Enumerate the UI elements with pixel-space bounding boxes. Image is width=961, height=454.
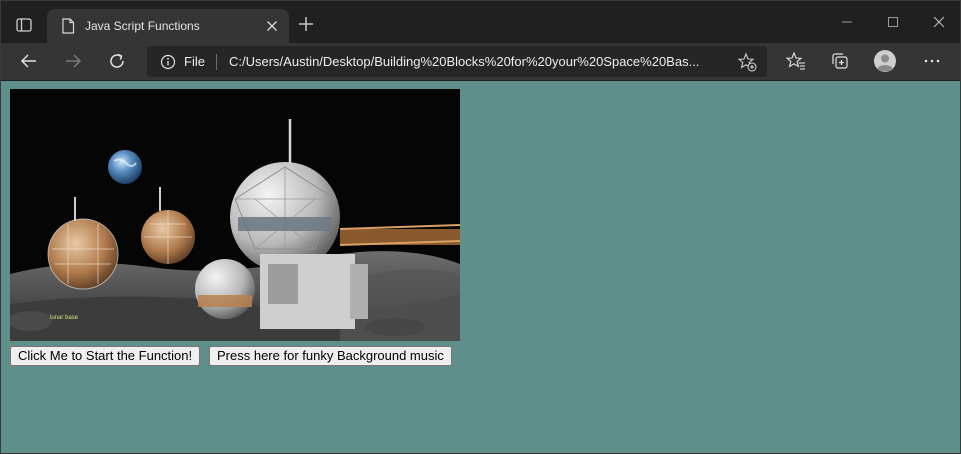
collections-button[interactable] — [828, 49, 852, 73]
refresh-icon — [110, 53, 124, 68]
browser-window: Java Script Functions File C:/Users/Aust… — [0, 0, 961, 454]
tab-actions-icon[interactable] — [15, 16, 33, 34]
address-bar[interactable]: File C:/Users/Austin/Desktop/Building%20… — [147, 46, 767, 77]
favorites-button[interactable] — [784, 49, 808, 73]
info-icon[interactable] — [160, 54, 176, 70]
tab-strip: Java Script Functions — [1, 1, 960, 43]
url-text[interactable]: C:/Users/Austin/Desktop/Building%20Block… — [229, 54, 729, 70]
tab-title: Java Script Functions — [85, 19, 200, 33]
star-plus-icon[interactable] — [737, 52, 757, 72]
window-controls — [824, 1, 960, 43]
settings-menu-button[interactable] — [920, 49, 944, 73]
svg-text:lunar base: lunar base — [50, 315, 79, 321]
plus-icon[interactable] — [297, 15, 315, 33]
minimize-button[interactable] — [824, 1, 870, 43]
minimize-icon — [842, 21, 852, 23]
close-icon — [933, 16, 945, 28]
start-function-button[interactable]: Click Me to Start the Function! — [10, 346, 201, 366]
back-button[interactable] — [17, 49, 41, 73]
maximize-button[interactable] — [870, 1, 916, 43]
tab-active[interactable]: Java Script Functions — [47, 9, 289, 43]
back-arrow-icon — [20, 54, 36, 68]
close-window-button[interactable] — [916, 1, 960, 43]
lunar-base-image: lunar base — [10, 89, 460, 341]
background-music-button[interactable]: Press here for funky Background music — [209, 346, 452, 366]
page-content: lunar base Click Me to Start the Functio… — [1, 81, 960, 453]
url-scheme-label: File — [184, 54, 205, 69]
navigation-toolbar: File C:/Users/Austin/Desktop/Building%20… — [1, 43, 960, 81]
maximize-icon — [888, 17, 898, 27]
collections-icon — [832, 53, 848, 69]
profile-avatar-icon — [874, 50, 896, 72]
more-icon — [924, 59, 940, 63]
page-icon — [62, 18, 75, 34]
address-separator — [216, 54, 217, 70]
close-tab-icon[interactable] — [265, 19, 279, 33]
forward-arrow-icon — [66, 54, 82, 68]
refresh-button[interactable] — [105, 49, 129, 73]
favorites-icon — [786, 51, 805, 70]
profile-button[interactable] — [873, 49, 897, 73]
forward-button[interactable] — [61, 49, 85, 73]
